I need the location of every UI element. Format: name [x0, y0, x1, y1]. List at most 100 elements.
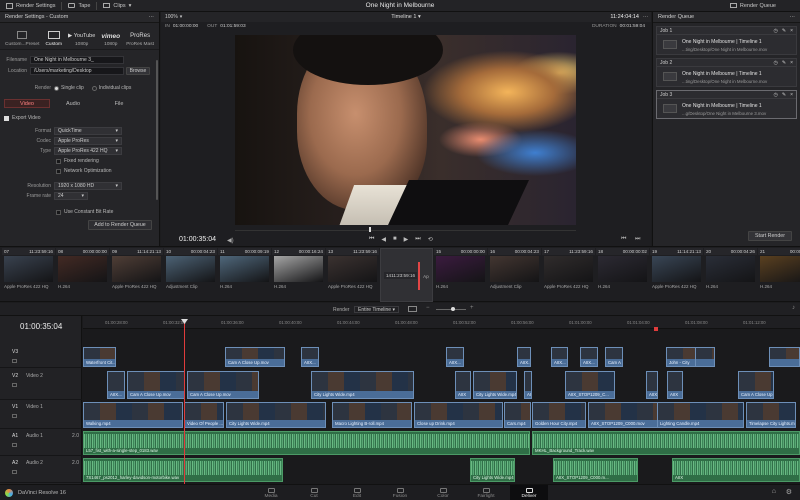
clock-icon[interactable]: ◷	[774, 60, 778, 66]
video-clip[interactable]: AIIX...	[446, 347, 464, 367]
location-input[interactable]: /Users/marketing/Desktop	[30, 67, 124, 75]
more-options-icon[interactable]: ···	[790, 14, 796, 20]
tape-toggle[interactable]: Tape	[62, 0, 96, 12]
clip-thumbnail[interactable]: 09 11:14:21:13 Apple ProRes 422 HQ	[110, 248, 163, 302]
video-clip[interactable]: Cam A Close Up.mov	[127, 371, 185, 399]
export-video-checkbox[interactable]	[4, 115, 9, 121]
video-clip[interactable]: Walking.mp4	[83, 402, 183, 428]
type-select[interactable]: Apple ProRes 422 HQ ▾	[54, 147, 122, 155]
preset-prores[interactable]: ProRes ProRes Mast	[126, 23, 154, 49]
zoom-slider-handle[interactable]	[451, 307, 455, 311]
video-clip[interactable]: Cam A Close Up	[605, 347, 623, 367]
fixed-rendering-checkbox[interactable]	[56, 158, 61, 164]
format-select[interactable]: QuickTime ▾	[54, 127, 122, 135]
render-range-select[interactable]: Entire Timeline ▾	[354, 306, 399, 313]
start-render-button[interactable]: Start Render	[748, 231, 792, 241]
video-clip[interactable]: AIIX_STOP1209_C...	[565, 371, 615, 399]
clip-thumbnail[interactable]: 21 00:00:09: H.264	[758, 248, 800, 302]
volume-icon[interactable]: ◀)	[227, 237, 234, 244]
clip-thumbnail[interactable]: 20 00:00:04:26 H.264	[704, 248, 757, 302]
close-icon[interactable]: ×	[790, 28, 793, 34]
tab-video[interactable]: Video	[4, 99, 50, 108]
page-deliver[interactable]: Deliver	[510, 485, 548, 500]
stop-icon[interactable]: ■	[393, 236, 397, 243]
settings-scrollbar[interactable]	[156, 60, 158, 200]
render-job[interactable]: Job 3 ◷ ✎ × One Night in Melbourne | Timeli…	[656, 90, 797, 119]
edit-icon[interactable]: ✎	[782, 60, 786, 66]
audio-clip[interactable]: AIIX	[672, 458, 800, 482]
next-frame-icon[interactable]: ⏭	[635, 236, 640, 243]
page-cut[interactable]: Cut	[295, 485, 333, 500]
clip-thumbnail[interactable]: 13 11:23:59:16 Apple ProRes 422 HQ	[326, 248, 379, 302]
go-to-end-icon[interactable]: ⏭	[415, 236, 420, 243]
video-clip[interactable]: Video Of People ...	[184, 402, 224, 428]
clip-thumbnail[interactable]: 18 00:00:00:02 H.264	[596, 248, 649, 302]
preset-vimeo[interactable]: vimeo 1080p	[101, 23, 120, 49]
timeline-ruler[interactable]: 01:00:28:00 01:00:32:00 01:00:36:00 01:00:4…	[83, 316, 800, 329]
previous-frame-icon[interactable]: ⏮	[621, 236, 626, 243]
play-icon[interactable]: ▶	[404, 236, 409, 243]
page-color[interactable]: Color	[424, 485, 462, 500]
video-clip[interactable]: AIIX...	[301, 347, 319, 367]
video-clip[interactable]: City Lights Wide.mp4	[226, 402, 326, 428]
lock-icon[interactable]	[12, 359, 17, 363]
video-clip[interactable]: Macro Lighting B-roll.mp4	[332, 402, 412, 428]
video-clip[interactable]: Timelapse City Lights.mp4	[746, 402, 796, 428]
video-clip[interactable]	[769, 347, 800, 367]
track-header-a1[interactable]: A1 Audio 1 2.0	[0, 430, 82, 456]
video-clip[interactable]: Cars.mp4	[504, 402, 531, 428]
zoom-in-icon[interactable]: +	[470, 305, 474, 311]
clip-thumbnail[interactable]: 10 00:00:04:23 Adjustment Clip	[164, 248, 217, 302]
video-clip[interactable]	[695, 347, 715, 367]
render-job[interactable]: Job 1 ◷ ✎ × One Night in Melbourne | Timeli…	[656, 26, 797, 55]
video-clip[interactable]: Golden Hour City.mp4	[532, 402, 586, 428]
video-clip[interactable]: AIIX_STOP1209_C000.mov	[588, 402, 658, 428]
clip-thumbnail[interactable]: 15 00:00:00:00 H.264	[434, 248, 487, 302]
playhead-marker[interactable]	[369, 227, 371, 232]
close-icon[interactable]: ×	[790, 60, 793, 66]
video-clip[interactable]: Lighting Candle.mp4	[657, 402, 744, 428]
render-job[interactable]: Job 2 ◷ ✎ × One Night in Melbourne | Timeli…	[656, 58, 797, 87]
clock-icon[interactable]: ◷	[774, 28, 778, 34]
track-header-v3[interactable]: V3	[0, 346, 82, 368]
video-clip[interactable]: AIIX...	[524, 371, 532, 399]
clock-icon[interactable]: ◷	[774, 92, 778, 98]
audio-meter-icon[interactable]: ♪	[792, 305, 795, 311]
range-out-marker[interactable]	[654, 327, 658, 331]
constant-bitrate-checkbox[interactable]	[56, 209, 61, 215]
viewer-scrubber[interactable]	[235, 230, 576, 231]
step-back-icon[interactable]: ◀	[381, 236, 386, 243]
filename-input[interactable]: One Night in Melbourne 3_	[30, 56, 124, 64]
video-clip[interactable]: AIIX...	[580, 347, 598, 367]
timeline-name[interactable]: Timeline 1 ▾	[161, 14, 651, 20]
codec-select[interactable]: Apple ProRes ▾	[54, 137, 122, 145]
preset-custom-preset[interactable]: Custom...Preset	[5, 23, 39, 49]
video-clip[interactable]: Cam A Close Up.mov	[187, 371, 259, 399]
audio-clip[interactable]: L57_fist_with-a-single-step_0183.wav	[83, 431, 530, 455]
tab-audio[interactable]: Audio	[50, 99, 96, 108]
video-clip[interactable]: AIIX...	[551, 347, 568, 367]
clip-thumbnail[interactable]: 17 11:23:59:16 Apple ProRes 422 HQ	[542, 248, 595, 302]
settings-icon[interactable]: ⚙	[786, 488, 792, 496]
clip-thumbnail[interactable]: 07 11:23:59:16 Apple ProRes 422 HQ	[2, 248, 55, 302]
view-options-icon[interactable]	[408, 306, 417, 312]
track-header-v1[interactable]: V1 Video 1	[0, 401, 82, 429]
browse-button[interactable]: Browse	[126, 67, 150, 75]
preset-youtube[interactable]: ▶ YouTube 1080p	[68, 23, 95, 49]
loop-icon[interactable]: ⟲	[428, 236, 433, 243]
resolution-select[interactable]: 1920 x 1080 HD ▾	[54, 182, 122, 190]
edit-icon[interactable]: ✎	[782, 28, 786, 34]
network-optimization-checkbox[interactable]	[56, 168, 61, 174]
framerate-select[interactable]: 24 ▾	[54, 192, 88, 200]
audio-clip[interactable]: AIIX_STOP1209_C000.m...	[553, 458, 638, 482]
video-clip[interactable]: City Lights Wide.mp4	[473, 371, 517, 399]
video-clip[interactable]: Cam A Close Up	[738, 371, 774, 399]
home-icon[interactable]: ⌂	[772, 488, 776, 495]
clips-toggle[interactable]: Clips ▾	[97, 0, 137, 12]
clip-thumbnail[interactable]: 12 00:00:16:24 H.264	[272, 248, 325, 302]
video-clip[interactable]: Waterfront Cit...	[83, 347, 116, 367]
clip-thumbnail[interactable]: 19 11:14:21:13 Apple ProRes 422 HQ	[650, 248, 703, 302]
single-clip-radio[interactable]	[54, 85, 59, 91]
audio-clip[interactable]: City Lights Wide.mp4	[470, 458, 515, 482]
video-clip[interactable]: Close up Drink.mp4	[414, 402, 503, 428]
